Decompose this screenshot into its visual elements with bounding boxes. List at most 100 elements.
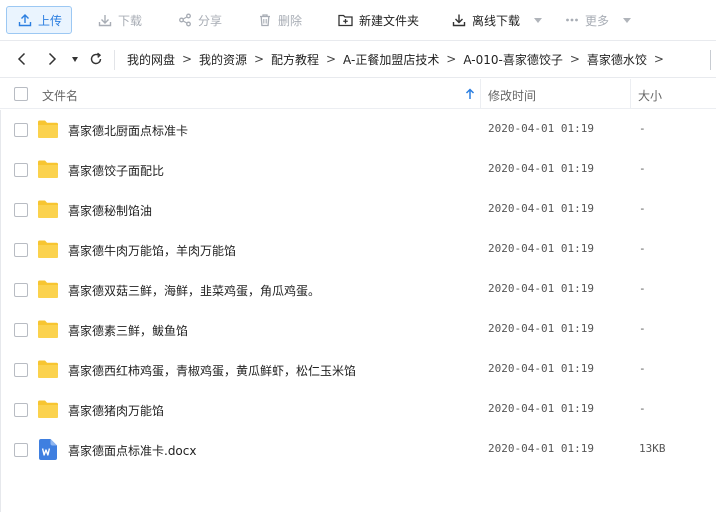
breadcrumb-item-recipes[interactable]: 配方教程 xyxy=(271,51,319,68)
delete-button[interactable]: 删除 xyxy=(258,6,302,34)
file-modified: 2020-04-01 01:19 xyxy=(488,362,594,375)
file-name[interactable]: 喜家德北厨面点标准卡 xyxy=(68,122,188,139)
file-modified: 2020-04-01 01:19 xyxy=(488,242,594,255)
folder-icon xyxy=(38,240,58,258)
more-button[interactable]: 更多 xyxy=(565,6,632,34)
download-label: 下载 xyxy=(118,13,143,28)
breadcrumb-item-dumplings[interactable]: A-010-喜家德饺子 xyxy=(463,51,563,68)
folder-icon xyxy=(38,400,58,418)
file-row[interactable]: 喜家德素三鲜，鲅鱼馅 2020-04-01 01:19 - xyxy=(0,310,716,350)
folder-icon xyxy=(38,160,58,178)
breadcrumb-separator: > xyxy=(326,52,337,66)
row-checkbox[interactable] xyxy=(14,323,28,337)
breadcrumb-item-root[interactable]: 我的网盘 xyxy=(127,51,175,68)
file-modified: 2020-04-01 01:19 xyxy=(488,202,594,215)
file-row[interactable]: 喜家德秘制馅油 2020-04-01 01:19 - xyxy=(0,190,716,230)
file-name[interactable]: 喜家德西红柿鸡蛋，青椒鸡蛋，黄瓜鲜虾，松仁玉米馅 xyxy=(68,362,356,379)
breadcrumb-separator: > xyxy=(254,52,265,66)
delete-label: 删除 xyxy=(278,13,303,28)
forward-icon[interactable] xyxy=(46,52,58,66)
new-folder-button[interactable]: 新建文件夹 xyxy=(338,6,419,34)
nav-divider xyxy=(114,50,115,70)
row-checkbox[interactable] xyxy=(14,123,28,137)
row-checkbox[interactable] xyxy=(14,283,28,297)
folder-icon xyxy=(38,360,58,378)
file-row[interactable]: 喜家德双菇三鲜，海鲜，韭菜鸡蛋，角瓜鸡蛋。 2020-04-01 01:19 - xyxy=(0,270,716,310)
upload-label: 上传 xyxy=(38,13,63,28)
back-icon[interactable] xyxy=(16,52,28,66)
file-size: - xyxy=(639,362,646,375)
row-checkbox[interactable] xyxy=(14,443,28,457)
file-name[interactable]: 喜家德双菇三鲜，海鲜，韭菜鸡蛋，角瓜鸡蛋。 xyxy=(68,282,320,299)
file-size: - xyxy=(639,402,646,415)
file-list: 喜家德北厨面点标准卡 2020-04-01 01:19 - 喜家德饺子面配比 2… xyxy=(0,110,716,470)
file-size: - xyxy=(639,122,646,135)
file-size: - xyxy=(639,162,646,175)
column-header-size[interactable]: 大小 xyxy=(638,87,662,104)
file-modified: 2020-04-01 01:19 xyxy=(488,442,594,455)
new-folder-icon xyxy=(338,14,353,27)
folder-icon xyxy=(38,320,58,338)
file-name[interactable]: 喜家德秘制馅油 xyxy=(68,202,152,219)
history-dropdown-icon[interactable] xyxy=(72,57,78,62)
row-checkbox[interactable] xyxy=(14,163,28,177)
breadcrumb-separator: > xyxy=(653,52,664,66)
file-size: - xyxy=(639,282,646,295)
file-name[interactable]: 喜家德素三鲜，鲅鱼馅 xyxy=(68,322,188,339)
navigation-bar: 我的网盘 > 我的资源 > 配方教程 > A-正餐加盟店技术 > A-010-喜… xyxy=(0,40,716,78)
file-name[interactable]: 喜家德猪肉万能馅 xyxy=(68,402,164,419)
folder-icon xyxy=(38,120,58,138)
file-name[interactable]: 喜家德饺子面配比 xyxy=(68,162,164,179)
share-label: 分享 xyxy=(198,13,223,28)
breadcrumb-item-franchise-tech[interactable]: A-正餐加盟店技术 xyxy=(343,51,439,68)
upload-icon xyxy=(18,14,32,27)
more-label: 更多 xyxy=(585,13,610,28)
file-row[interactable]: 喜家德饺子面配比 2020-04-01 01:19 - xyxy=(0,150,716,190)
column-header-modified[interactable]: 修改时间 xyxy=(488,87,536,104)
offline-download-button[interactable]: 离线下载 xyxy=(452,6,543,34)
share-button[interactable]: 分享 xyxy=(178,6,222,34)
refresh-icon[interactable] xyxy=(89,52,103,66)
breadcrumb-end-divider xyxy=(710,50,711,70)
share-icon xyxy=(179,13,191,27)
file-size: 13KB xyxy=(639,442,666,455)
file-size: - xyxy=(639,322,646,335)
new-folder-label: 新建文件夹 xyxy=(359,13,420,28)
file-modified: 2020-04-01 01:19 xyxy=(488,402,594,415)
row-checkbox[interactable] xyxy=(14,403,28,417)
trash-icon xyxy=(260,14,270,27)
select-all-checkbox[interactable] xyxy=(14,87,28,101)
more-caret-icon[interactable] xyxy=(623,17,632,23)
file-name[interactable]: 喜家德面点标准卡.docx xyxy=(68,442,196,459)
offline-download-icon xyxy=(452,14,466,27)
folder-icon xyxy=(38,200,58,218)
file-row[interactable]: 喜家德猪肉万能馅 2020-04-01 01:19 - xyxy=(0,390,716,430)
word-document-icon xyxy=(39,439,57,460)
row-checkbox[interactable] xyxy=(14,203,28,217)
file-modified: 2020-04-01 01:19 xyxy=(488,282,594,295)
column-divider[interactable] xyxy=(630,79,631,109)
download-button[interactable]: 下载 xyxy=(98,6,142,34)
file-size: - xyxy=(639,202,646,215)
breadcrumb-item-current[interactable]: 喜家德水饺 xyxy=(587,51,647,68)
upload-button[interactable]: 上传 xyxy=(6,6,72,34)
download-icon xyxy=(98,15,112,27)
breadcrumb-item-resources[interactable]: 我的资源 xyxy=(199,51,247,68)
sort-ascending-icon[interactable] xyxy=(465,88,475,100)
file-row[interactable]: 喜家德牛肉万能馅，羊肉万能馅 2020-04-01 01:19 - xyxy=(0,230,716,270)
column-header-name[interactable]: 文件名 xyxy=(42,87,78,104)
more-icon xyxy=(566,18,578,22)
file-row[interactable]: 喜家德西红柿鸡蛋，青椒鸡蛋，黄瓜鲜虾，松仁玉米馅 2020-04-01 01:1… xyxy=(0,350,716,390)
file-row[interactable]: 喜家德面点标准卡.docx 2020-04-01 01:19 13KB xyxy=(0,430,716,470)
row-checkbox[interactable] xyxy=(14,363,28,377)
offline-download-label: 离线下载 xyxy=(472,13,521,28)
file-size: - xyxy=(639,242,646,255)
offline-download-caret-icon[interactable] xyxy=(534,17,543,23)
file-row[interactable]: 喜家德北厨面点标准卡 2020-04-01 01:19 - xyxy=(0,110,716,150)
breadcrumb-separator: > xyxy=(181,52,193,66)
column-divider[interactable] xyxy=(480,79,481,109)
file-list-header: 文件名 修改时间 大小 xyxy=(0,79,716,109)
file-name[interactable]: 喜家德牛肉万能馅，羊肉万能馅 xyxy=(68,242,236,259)
file-modified: 2020-04-01 01:19 xyxy=(488,322,594,335)
row-checkbox[interactable] xyxy=(14,243,28,257)
